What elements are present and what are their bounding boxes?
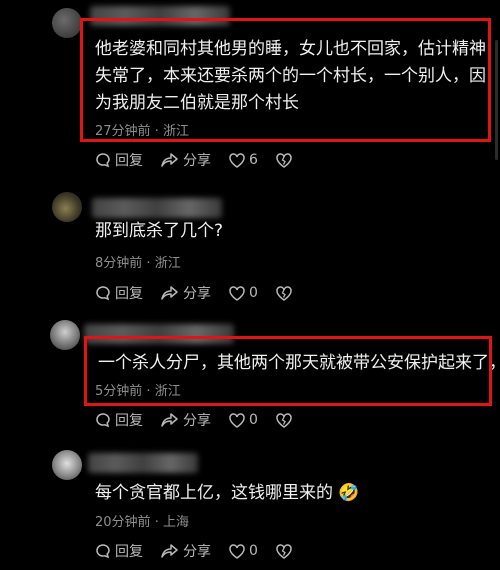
avatar[interactable] — [52, 450, 82, 480]
like-count: 6 — [249, 152, 258, 168]
comment-location: 浙江 — [162, 124, 189, 139]
comment-actions: 回复 分享 6 — [95, 150, 314, 170]
comment-time: 5分钟前 — [95, 384, 143, 399]
comment-location: 上海 — [162, 515, 189, 530]
comment-time: 20分钟前 — [95, 515, 151, 530]
share-button[interactable]: 分享 — [161, 283, 211, 303]
reply-label: 回复 — [115, 413, 143, 429]
comment-text: 他老婆和同村其他男的睡，女儿也不回家，估计精神失常了，本来还要杀两个的一个村长，… — [95, 39, 486, 113]
share-label: 分享 — [183, 413, 211, 429]
broken-heart-icon — [276, 285, 292, 301]
like-count: 0 — [249, 285, 258, 301]
meta-separator: · — [146, 256, 155, 271]
comment-location: 浙江 — [154, 384, 181, 399]
comment-time: 27分钟前 — [95, 124, 151, 139]
username-redacted — [84, 324, 234, 344]
share-label: 分享 — [183, 286, 211, 302]
username-redacted — [88, 453, 198, 473]
username-redacted — [90, 6, 230, 26]
like-button[interactable]: 6 — [229, 152, 258, 168]
reply-label: 回复 — [115, 544, 143, 560]
reply-icon — [96, 286, 110, 301]
dislike-button[interactable] — [276, 412, 296, 428]
heart-icon — [229, 543, 245, 559]
reply-button[interactable]: 回复 — [95, 283, 143, 303]
heart-icon — [229, 152, 245, 168]
heart-icon — [229, 412, 245, 428]
share-label: 分享 — [183, 544, 211, 560]
comment-actions: 回复 分享 0 — [95, 283, 314, 303]
reply-button[interactable]: 回复 — [95, 150, 143, 170]
share-button[interactable]: 分享 — [161, 541, 211, 561]
reply-icon — [96, 544, 110, 559]
reply-label: 回复 — [115, 286, 143, 302]
dislike-button[interactable] — [276, 285, 296, 301]
share-icon — [161, 153, 178, 167]
share-label: 分享 — [183, 153, 211, 169]
broken-heart-icon — [276, 152, 292, 168]
avatar[interactable] — [52, 192, 82, 222]
like-button[interactable]: 0 — [229, 285, 258, 301]
comment-meta: 27分钟前 · 浙江 — [95, 120, 189, 139]
share-icon — [161, 413, 178, 427]
meta-separator: · — [154, 124, 163, 139]
like-count: 0 — [249, 412, 258, 428]
comment-location: 浙江 — [154, 256, 181, 271]
reply-icon — [96, 153, 110, 168]
reply-button[interactable]: 回复 — [95, 541, 143, 561]
meta-separator: · — [154, 515, 163, 530]
reply-label: 回复 — [115, 153, 143, 169]
share-button[interactable]: 分享 — [161, 150, 211, 170]
comment-item: 一个杀人分尸，其他两个那天就被带公安保护起来了， 5分钟前 · 浙江 回复 分享… — [0, 318, 500, 443]
username-redacted — [92, 198, 222, 218]
laughing-emoji: 🤣 — [338, 483, 360, 503]
comment-text: 一个杀人分尸，其他两个那天就被带公安保护起来了， — [98, 353, 500, 373]
comment-item: 那到底杀了几个? 8分钟前 · 浙江 回复 分享 0 — [0, 180, 500, 320]
share-icon — [161, 286, 178, 300]
avatar[interactable] — [52, 8, 82, 38]
comment-item: 他老婆和同村其他男的睡，女儿也不回家，估计精神失常了，本来还要杀两个的一个村长，… — [0, 0, 500, 180]
reply-button[interactable]: 回复 — [95, 410, 143, 430]
meta-separator: · — [146, 384, 155, 399]
comment-time: 8分钟前 — [95, 256, 143, 271]
share-button[interactable]: 分享 — [161, 410, 211, 430]
like-button[interactable]: 0 — [229, 543, 258, 559]
comment-text: 每个贪官都上亿，这钱哪里来的 — [95, 483, 333, 503]
comment-meta: 5分钟前 · 浙江 — [95, 380, 181, 399]
comment-meta: 20分钟前 · 上海 — [95, 511, 189, 530]
comment-text: 那到底杀了几个? — [95, 221, 224, 241]
comment-actions: 回复 分享 0 — [95, 541, 314, 561]
reply-icon — [96, 413, 110, 428]
comment-text-row: 每个贪官都上亿，这钱哪里来的 🤣 — [95, 480, 486, 507]
comment-item: 每个贪官都上亿，这钱哪里来的 🤣 20分钟前 · 上海 回复 分享 0 — [0, 445, 500, 570]
avatar[interactable] — [50, 320, 80, 350]
like-button[interactable]: 0 — [229, 412, 258, 428]
comment-meta: 8分钟前 · 浙江 — [95, 252, 181, 271]
broken-heart-icon — [276, 412, 292, 428]
like-count: 0 — [249, 543, 258, 559]
comment-actions: 回复 分享 0 — [95, 410, 314, 430]
dislike-button[interactable] — [276, 152, 296, 168]
dislike-button[interactable] — [276, 543, 296, 559]
broken-heart-icon — [276, 543, 292, 559]
share-icon — [161, 544, 178, 558]
heart-icon — [229, 285, 245, 301]
scrollbar[interactable] — [495, 40, 498, 160]
